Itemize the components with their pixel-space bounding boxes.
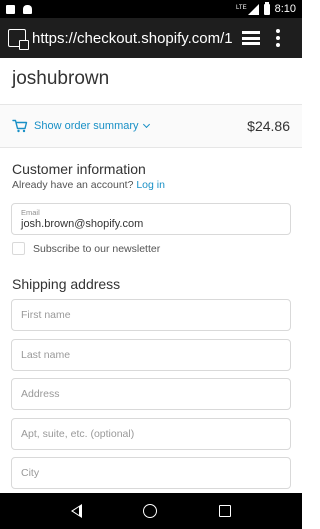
signal-icon <box>247 3 259 15</box>
chevron-down-icon <box>142 120 150 129</box>
tabs-icon[interactable] <box>242 31 260 45</box>
show-order-summary-toggle[interactable]: Show order summary <box>34 120 150 132</box>
recent-apps-icon[interactable] <box>219 505 232 517</box>
city-placeholder: City <box>21 467 40 479</box>
first-name-field[interactable]: First name <box>11 299 291 331</box>
newsletter-label[interactable]: Subscribe to our newsletter <box>33 243 160 255</box>
newsletter-row[interactable]: Subscribe to our newsletter <box>12 242 160 255</box>
network-type: LTE <box>236 5 247 11</box>
city-field[interactable]: City <box>11 457 291 489</box>
navigation-bar <box>0 493 302 529</box>
apartment-field[interactable]: Apt, suite, etc. (optional) <box>11 418 291 450</box>
browser-toolbar: https://checkout.shopify.com/1( <box>0 18 302 58</box>
cart-icon <box>12 119 28 133</box>
first-name-placeholder: First name <box>21 309 71 321</box>
android-notification-icon <box>23 4 32 14</box>
order-total: $24.86 <box>247 118 290 134</box>
back-icon[interactable] <box>70 504 82 518</box>
site-info-icon[interactable] <box>8 29 29 50</box>
newsletter-checkbox[interactable] <box>12 242 25 255</box>
last-name-field[interactable]: Last name <box>11 339 291 371</box>
account-prompt-text: Already have an account? <box>12 179 134 191</box>
login-link[interactable]: Log in <box>136 179 165 191</box>
status-bar: LTE 8:10 <box>0 0 302 18</box>
apartment-placeholder: Apt, suite, etc. (optional) <box>21 428 135 440</box>
store-name[interactable]: joshubrown <box>12 68 109 90</box>
show-order-summary-label: Show order summary <box>34 120 139 132</box>
battery-icon <box>263 1 270 15</box>
home-icon[interactable] <box>143 504 158 518</box>
image-notification-icon <box>6 4 15 14</box>
order-summary-bar[interactable]: Show order summary $24.86 <box>0 104 302 148</box>
shipping-address-title: Shipping address <box>12 276 121 292</box>
email-label: Email <box>21 208 40 217</box>
address-placeholder: Address <box>21 388 60 400</box>
clock: 8:10 <box>274 3 296 15</box>
url-field[interactable]: https://checkout.shopify.com/1( <box>32 30 232 47</box>
address-field[interactable]: Address <box>11 378 291 410</box>
overflow-menu-icon[interactable] <box>276 29 280 47</box>
customer-info-title: Customer information <box>12 161 146 177</box>
email-value: josh.brown@shopify.com <box>21 218 144 230</box>
account-prompt: Already have an account? Log in <box>12 179 165 191</box>
email-field[interactable]: Email josh.brown@shopify.com <box>11 203 291 235</box>
last-name-placeholder: Last name <box>21 349 71 361</box>
